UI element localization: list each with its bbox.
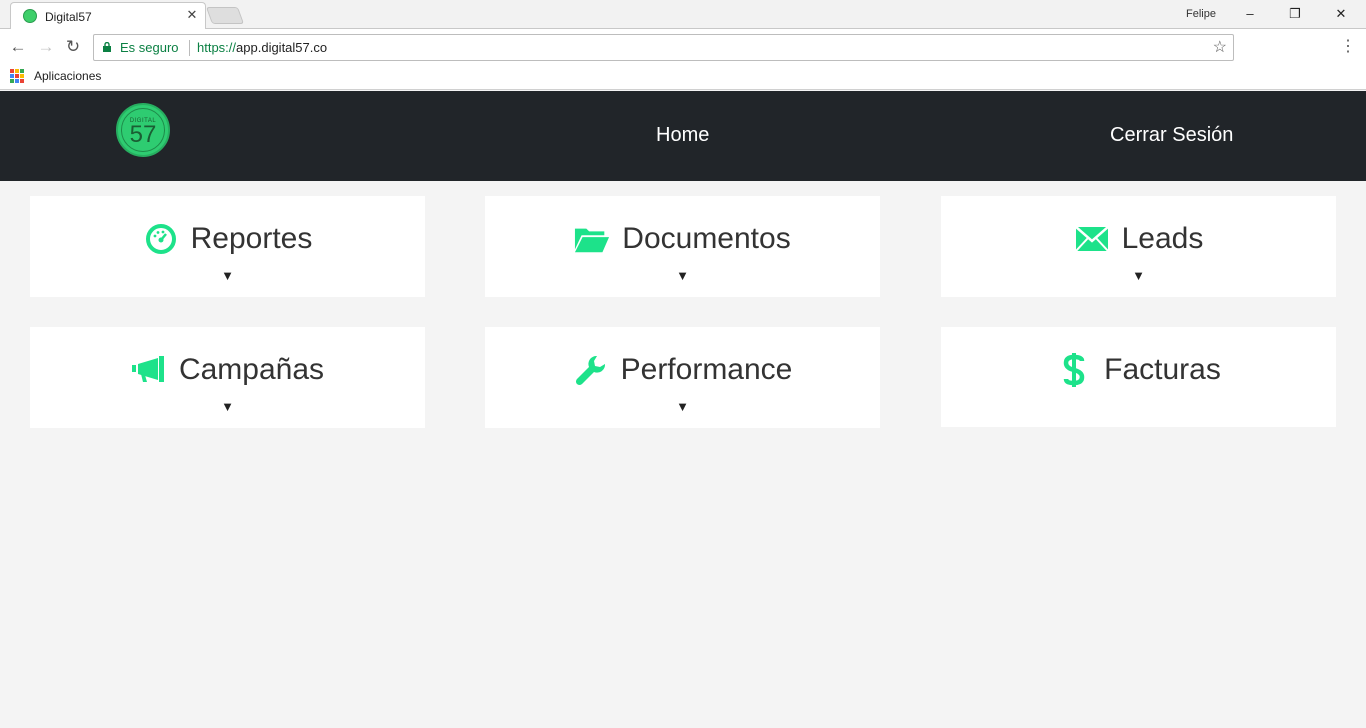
nav-logout-link[interactable]: Cerrar Sesión	[1110, 124, 1233, 147]
card-header: Campañas	[30, 353, 425, 387]
wrench-icon	[573, 354, 609, 386]
card-header: Documentos	[485, 222, 880, 256]
app-header: DIGITAL 57 Home Cerrar Sesión	[0, 91, 1366, 181]
card-title: Leads	[1121, 222, 1204, 255]
card-leads[interactable]: Leads ▼	[941, 196, 1336, 297]
restore-button[interactable]: ❐	[1285, 4, 1305, 24]
card-title: Reportes	[190, 222, 313, 255]
digital57-logo[interactable]: DIGITAL 57	[116, 103, 170, 157]
megaphone-icon	[131, 354, 167, 386]
caret-down-icon[interactable]: ▼	[485, 268, 880, 283]
dashboard-icon	[143, 223, 179, 255]
close-window-button[interactable]: ✕	[1331, 4, 1351, 24]
browser-toolbar: ← → ↻ Es seguro https://app.digital57.co…	[0, 29, 1366, 65]
url-scheme: https://	[197, 40, 237, 55]
card-performance[interactable]: Performance ▼	[485, 327, 880, 428]
dollar-icon	[1056, 353, 1092, 387]
caret-down-icon[interactable]: ▼	[941, 268, 1336, 283]
card-title: Documentos	[622, 222, 791, 255]
lock-icon	[103, 42, 111, 52]
favicon-icon	[23, 9, 37, 23]
envelope-icon	[1074, 223, 1110, 255]
bookmark-star-icon[interactable]: ☆	[1213, 37, 1227, 57]
omnibox-separator	[189, 40, 190, 56]
forward-button[interactable]: →	[36, 37, 56, 57]
bookmarks-bar: Aplicaciones	[0, 65, 1366, 90]
reload-button[interactable]: ↻	[63, 37, 83, 57]
address-bar[interactable]: Es seguro https://app.digital57.co ☆	[93, 34, 1234, 61]
apps-bookmark[interactable]: Aplicaciones	[34, 69, 101, 83]
logo-big-text: 57	[129, 121, 157, 148]
new-tab-button[interactable]	[205, 7, 245, 24]
card-header: Leads	[941, 222, 1336, 256]
card-header: Reportes	[30, 222, 425, 256]
card-header: Performance	[485, 353, 880, 387]
apps-grid-icon[interactable]	[10, 69, 24, 83]
card-title: Facturas	[1104, 353, 1221, 386]
card-title: Performance	[620, 353, 793, 386]
profile-name[interactable]: Felipe	[1186, 8, 1216, 20]
browser-tab[interactable]: Digital57 ✕	[10, 2, 206, 29]
caret-down-icon[interactable]: ▼	[30, 268, 425, 283]
minimize-button[interactable]: –	[1240, 4, 1260, 24]
tab-title: Digital57	[45, 10, 92, 24]
url-text[interactable]: https://app.digital57.co	[197, 40, 327, 55]
browser-tabstrip: Digital57 ✕ Felipe – ❐ ✕	[0, 0, 1366, 29]
card-documentos[interactable]: Documentos ▼	[485, 196, 880, 297]
caret-down-icon[interactable]: ▼	[485, 399, 880, 414]
caret-down-icon[interactable]: ▼	[30, 399, 425, 414]
back-button[interactable]: ←	[8, 37, 28, 57]
nav-home-link[interactable]: Home	[656, 124, 709, 147]
card-header: Facturas	[941, 353, 1336, 387]
card-title: Campañas	[178, 353, 325, 386]
card-facturas[interactable]: Facturas	[941, 327, 1336, 427]
url-host: app.digital57.co	[236, 40, 328, 55]
card-reportes[interactable]: Reportes ▼	[30, 196, 425, 297]
card-campanas[interactable]: Campañas ▼	[30, 327, 425, 428]
tab-close-icon[interactable]: ✕	[184, 7, 200, 23]
secure-label: Es seguro	[120, 40, 179, 55]
browser-menu-icon[interactable]: ⋮	[1340, 37, 1356, 57]
logo-ring: DIGITAL 57	[121, 108, 165, 152]
folder-open-icon	[574, 223, 610, 255]
